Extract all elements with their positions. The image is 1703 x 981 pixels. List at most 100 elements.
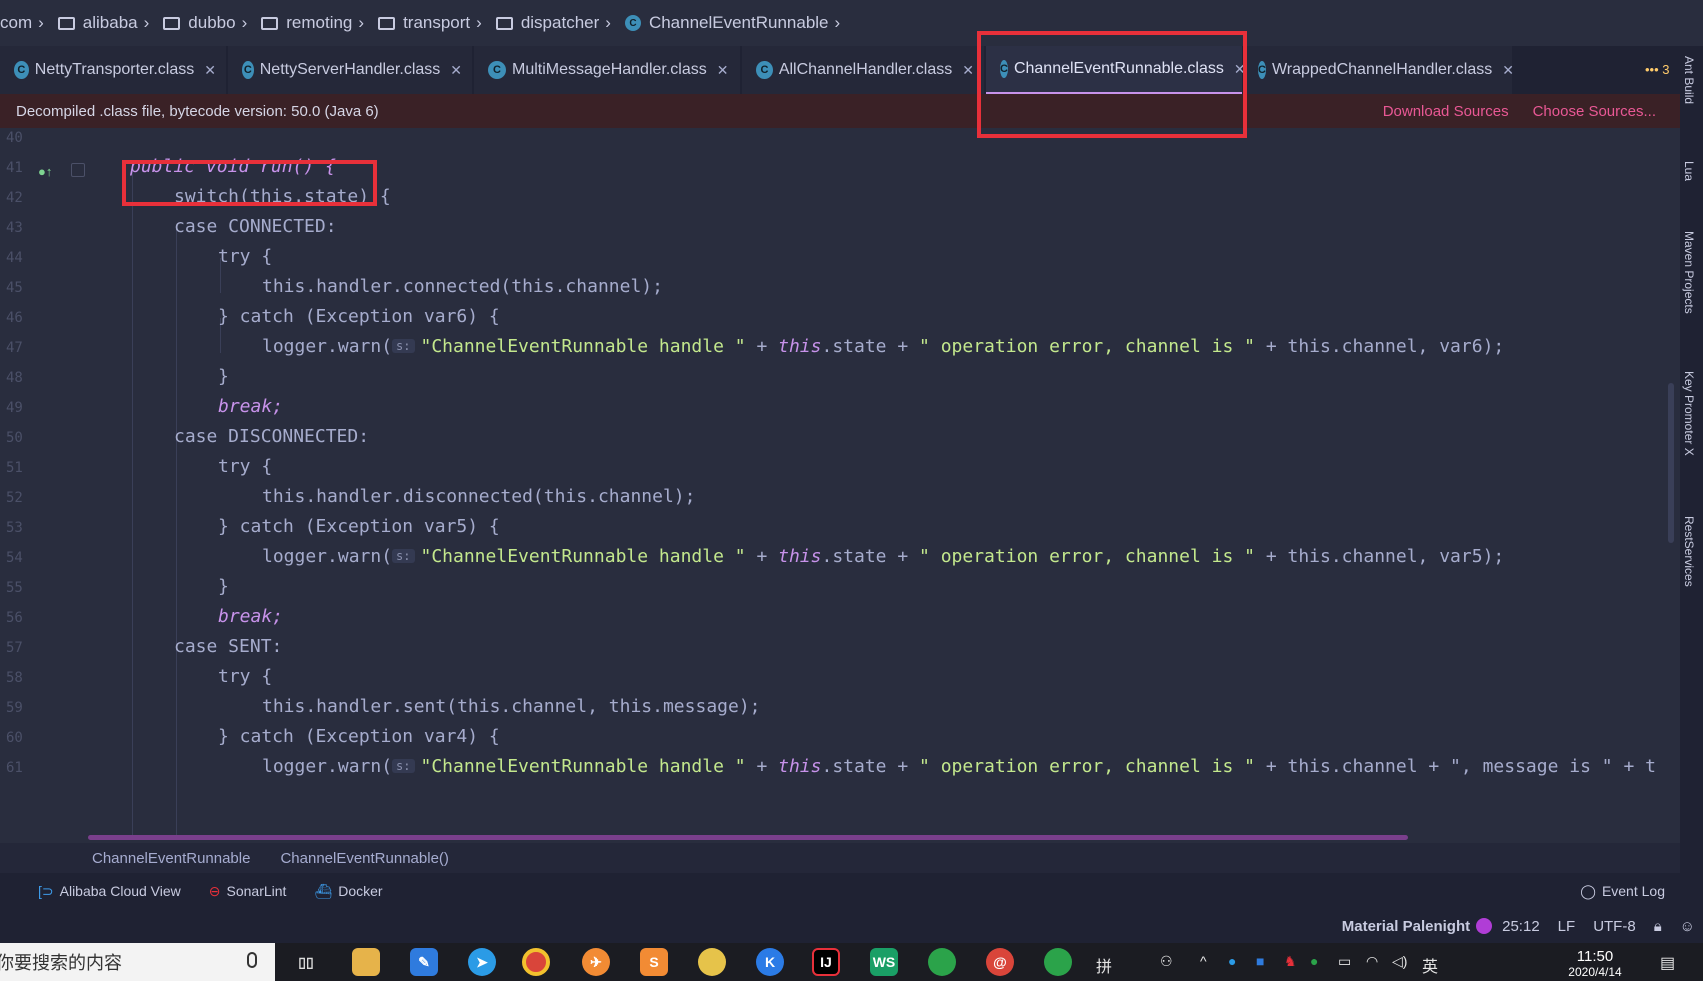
alibaba-cloud-view-button[interactable]: [⊃ Alibaba Cloud View: [38, 883, 181, 900]
code-line-45: this.handler.connected(this.channel);: [262, 276, 663, 297]
line-separator[interactable]: LF: [1558, 918, 1576, 935]
lock-icon[interactable]: 🔒︎: [1654, 918, 1662, 935]
code-text: this.channel + ", message is " + t: [1287, 756, 1656, 777]
tab-netty-transporter[interactable]: C NettyTransporter.class ✕: [0, 46, 226, 94]
code-crumb-method[interactable]: ChannelEventRunnable(): [280, 850, 448, 867]
line-number: 43: [6, 220, 23, 236]
tray-notes-icon[interactable]: ■: [1256, 953, 1264, 969]
tab-all-channel-handler[interactable]: C AllChannelHandler.class ✕: [742, 46, 984, 94]
code-text: try {: [218, 246, 273, 267]
close-icon[interactable]: ✕: [1502, 62, 1514, 79]
lua-tab[interactable]: Lua: [1682, 161, 1696, 181]
more-tabs-button[interactable]: ••• 3: [1645, 62, 1670, 77]
breadcrumb-item-class[interactable]: C ChannelEventRunnable ›: [619, 13, 842, 33]
intellij-idea-icon[interactable]: IJ: [812, 948, 840, 976]
tray-app-icon[interactable]: ●: [1228, 953, 1236, 969]
wechat-icon[interactable]: [1044, 948, 1072, 976]
breadcrumb-item-remoting[interactable]: remoting ›: [255, 13, 366, 33]
sidebar-tab-label: Lua: [1682, 161, 1696, 182]
tab-label: NettyServerHandler.class: [259, 61, 441, 78]
breadcrumb-item-transport[interactable]: transport ›: [372, 13, 484, 33]
fold-icon[interactable]: [71, 163, 85, 177]
line-number: 55: [6, 580, 23, 596]
sidebar-tab-label: Maven Projects: [1682, 231, 1696, 314]
string-literal: "ChannelEventRunnable handle ": [420, 756, 746, 777]
chrome-icon[interactable]: [522, 948, 550, 976]
microphone-icon[interactable]: [247, 952, 257, 968]
file-encoding[interactable]: UTF-8: [1593, 918, 1636, 935]
wifi-icon[interactable]: ◠: [1366, 953, 1378, 970]
tab-wrapped-channel-handler[interactable]: C WrappedChannelHandler.class ✕: [1244, 46, 1514, 94]
people-icon[interactable]: ⚇: [1160, 953, 1173, 970]
breadcrumb-item-alibaba[interactable]: alibaba ›: [52, 13, 152, 33]
breadcrumb-label: transport: [403, 13, 471, 32]
battery-icon[interactable]: ▭: [1338, 953, 1351, 970]
bear-app-icon[interactable]: [698, 948, 726, 976]
language-indicator[interactable]: 英: [1422, 953, 1438, 977]
snail-app-icon[interactable]: @: [986, 948, 1014, 976]
key-promoter-tab[interactable]: Key Promoter X: [1682, 371, 1696, 456]
folder-icon: [378, 16, 396, 30]
code-text: this.channel, var5);: [1287, 546, 1505, 567]
sonarlint-button[interactable]: ⊖ SonarLint: [209, 883, 287, 900]
breadcrumb-item-dispatcher[interactable]: dispatcher ›: [490, 13, 613, 33]
tab-multi-message-handler[interactable]: C MultiMessageHandler.class ✕: [474, 46, 740, 94]
horizontal-scrollbar[interactable]: [88, 835, 1408, 840]
breadcrumb-item-dubbo[interactable]: dubbo ›: [157, 13, 249, 33]
notifications-icon[interactable]: ▤: [1660, 953, 1675, 973]
chevron-up-icon[interactable]: ^: [1200, 953, 1207, 969]
task-view-icon[interactable]: ▯▯: [292, 948, 320, 976]
close-icon[interactable]: ✕: [962, 62, 974, 79]
webstorm-icon[interactable]: WS: [870, 948, 898, 976]
postman-icon[interactable]: ✈: [582, 948, 610, 976]
alien-app-icon[interactable]: [928, 948, 956, 976]
code-line-51: try {: [218, 456, 272, 477]
close-icon[interactable]: ✕: [717, 62, 729, 79]
vertical-scrollbar[interactable]: [1668, 383, 1674, 543]
qq-icon[interactable]: ♞: [1284, 953, 1297, 970]
ant-build-tab[interactable]: Ant Build: [1682, 56, 1696, 104]
line-number: 48: [6, 370, 23, 386]
chevron-right-icon: ›: [38, 13, 44, 32]
clock-time: 11:50: [1576, 948, 1614, 965]
messenger-app-icon[interactable]: ➤: [468, 948, 496, 976]
maven-projects-tab[interactable]: Maven Projects: [1682, 231, 1696, 314]
wechat-tray-icon[interactable]: ●: [1310, 953, 1318, 969]
status-bar: Material Palenight 25:12 LF UTF-8 🔒︎ ☺: [0, 909, 1703, 943]
line-number: 46: [6, 310, 23, 326]
taskbar-clock[interactable]: 11:50 2020/4/14: [1560, 948, 1630, 979]
folder-icon: [57, 16, 75, 30]
code-editor[interactable]: 40 41 42 43 44 45 46 47 48 49 50 51 52 5…: [0, 128, 1680, 843]
sonarlint-icon: ⊖: [208, 882, 221, 899]
class-icon: C: [1258, 61, 1266, 79]
cursor-position[interactable]: 25:12: [1502, 918, 1540, 935]
event-log-button[interactable]: ◯ Event Log: [1580, 873, 1665, 909]
sublime-text-icon[interactable]: S: [640, 948, 668, 976]
inspector-icon[interactable]: ☺: [1680, 918, 1695, 935]
docker-button[interactable]: ⛴ Docker: [314, 883, 382, 900]
k-app-icon[interactable]: K: [756, 948, 784, 976]
highlight-box-tab: [977, 31, 1247, 138]
rest-services-tab[interactable]: RestServices: [1682, 516, 1696, 587]
close-icon[interactable]: ✕: [204, 62, 216, 79]
line-number: 61: [6, 760, 23, 776]
code-crumb-class[interactable]: ChannelEventRunnable: [92, 850, 250, 867]
file-explorer-icon[interactable]: [352, 948, 380, 976]
close-icon[interactable]: ✕: [450, 62, 462, 79]
language-label: 英: [1422, 959, 1439, 976]
taskbar-search-input[interactable]: 你要搜索的内容: [0, 943, 275, 981]
breadcrumb-item-com[interactable]: com ›: [0, 13, 46, 33]
theme-name[interactable]: Material Palenight: [1342, 918, 1470, 935]
class-icon: C: [488, 61, 506, 79]
override-marker-icon[interactable]: ●↑: [38, 164, 52, 179]
volume-icon[interactable]: ◁): [1392, 953, 1407, 970]
tab-netty-server-handler[interactable]: C NettyServerHandler.class ✕: [228, 46, 472, 94]
code-line-61: logger.warn(s: "ChannelEventRunnable hand…: [262, 756, 1656, 777]
string-literal: "ChannelEventRunnable handle ": [420, 336, 746, 357]
choose-sources-link[interactable]: Choose Sources...: [1533, 103, 1656, 120]
code-text: case SENT:: [174, 636, 283, 657]
notes-app-icon[interactable]: ✎: [410, 948, 438, 976]
alibaba-cloud-icon: [⊃: [38, 882, 54, 899]
ime-indicator[interactable]: 拼: [1096, 953, 1112, 977]
download-sources-link[interactable]: Download Sources: [1383, 103, 1509, 120]
